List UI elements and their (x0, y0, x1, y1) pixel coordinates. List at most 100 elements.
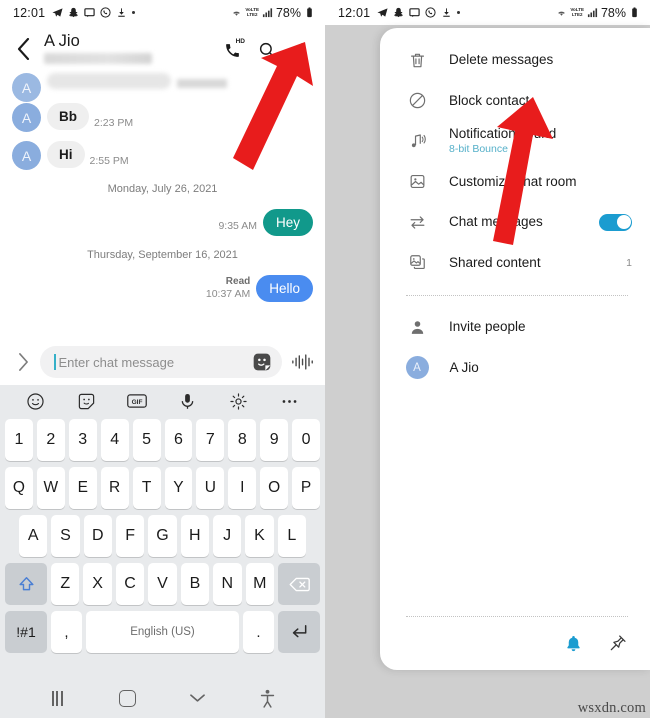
message-icon (409, 7, 420, 18)
chat-app-bar: A Jio HD (0, 25, 325, 73)
key-P[interactable]: P (292, 467, 321, 509)
keyboard-row-home: ASDFGHJKL (5, 515, 320, 557)
search-input-wrapper[interactable]: Enter chat message (40, 346, 282, 378)
keyboard-row-bottom: !#1 , English (US) . (5, 611, 320, 653)
list-item-invite-people[interactable]: Invite people (380, 307, 650, 348)
message-bubble[interactable]: Hey (262, 209, 313, 236)
key-8[interactable]: 8 (228, 419, 257, 461)
search-icon[interactable] (254, 37, 280, 63)
menu-item-delete-messages[interactable]: Delete messages (380, 40, 650, 81)
key-L[interactable]: L (277, 515, 306, 557)
menu-item-text: Notification sound 8-bit Bounce (449, 126, 632, 156)
key-B[interactable]: B (180, 563, 210, 605)
menu-item-shared-content[interactable]: Shared content 1 (380, 243, 650, 284)
menu-item-customize-chat-room[interactable]: Customize chat room (380, 162, 650, 203)
key-G[interactable]: G (148, 515, 177, 557)
chat-message-input[interactable]: Enter chat message (59, 355, 253, 370)
shift-arrow-icon[interactable] (5, 563, 47, 605)
kebab-menu-icon[interactable] (289, 37, 315, 63)
wifi-icon (556, 7, 567, 18)
trash-icon (406, 49, 428, 71)
key-O[interactable]: O (260, 467, 289, 509)
sticker-icon[interactable] (74, 389, 98, 413)
key-2[interactable]: 2 (36, 419, 65, 461)
key-F[interactable]: F (116, 515, 145, 557)
enter-return-icon[interactable] (278, 611, 320, 653)
volte-icon: VoLTE LTE2 (245, 6, 259, 17)
settings-gear-icon[interactable] (227, 389, 251, 413)
key-A[interactable]: A (19, 515, 48, 557)
key-D[interactable]: D (83, 515, 112, 557)
message-time: 9:35 AM (218, 220, 257, 232)
key-6[interactable]: 6 (164, 419, 193, 461)
chevron-down-icon[interactable] (185, 685, 211, 711)
menu-item-label: Chat messages (449, 214, 543, 230)
space-key[interactable]: English (US) (86, 611, 239, 653)
comma-key[interactable]: , (51, 611, 82, 653)
key-W[interactable]: W (36, 467, 65, 509)
more-dots-icon[interactable] (278, 389, 302, 413)
key-4[interactable]: 4 (100, 419, 129, 461)
list-item-a-jio[interactable]: A A Jio (380, 348, 650, 389)
key-Z[interactable]: Z (51, 563, 80, 605)
menu-item-block-contact[interactable]: Block contact (380, 81, 650, 122)
menu-item-notification-sound[interactable]: Notification sound 8-bit Bounce (380, 121, 650, 162)
status-system-icons: VoLTE LTE2 78% (231, 6, 315, 20)
gif-icon[interactable]: GIF (125, 389, 149, 413)
key-N[interactable]: N (213, 563, 242, 605)
back-chevron-icon[interactable] (6, 29, 40, 69)
key-S[interactable]: S (51, 515, 80, 557)
notification-bell-icon[interactable] (562, 632, 584, 654)
message-bubble[interactable]: Hello (256, 275, 313, 302)
key-X[interactable]: X (83, 563, 112, 605)
key-V[interactable]: V (148, 563, 177, 605)
date-separator: Thursday, September 16, 2021 (87, 249, 238, 261)
key-U[interactable]: U (196, 467, 225, 509)
status-time: 12:01 (338, 5, 371, 20)
key-E[interactable]: E (68, 467, 97, 509)
key-1[interactable]: 1 (4, 419, 33, 461)
signal-icon (262, 7, 273, 18)
telegram-icon (377, 7, 388, 18)
symbols-key[interactable]: !#1 (5, 611, 47, 653)
key-C[interactable]: C (115, 563, 145, 605)
message-bubble[interactable]: Bb (47, 103, 89, 130)
pin-icon[interactable] (606, 632, 628, 654)
recents-icon[interactable] (44, 685, 70, 711)
home-icon[interactable] (114, 685, 140, 711)
emoji-icon[interactable] (23, 389, 47, 413)
key-Y[interactable]: Y (164, 467, 193, 509)
chat-messages-toggle[interactable] (599, 213, 632, 231)
key-J[interactable]: J (212, 515, 242, 557)
key-5[interactable]: 5 (132, 419, 161, 461)
key-I[interactable]: I (228, 467, 257, 509)
backspace-icon[interactable] (278, 563, 320, 605)
key-3[interactable]: 3 (68, 419, 97, 461)
list-item-label: A Jio (449, 359, 479, 375)
hd-call-icon[interactable]: HD (219, 37, 245, 63)
key-0[interactable]: 0 (292, 419, 321, 461)
key-T[interactable]: T (132, 467, 161, 509)
period-key[interactable]: . (243, 611, 274, 653)
menu-item-chat-messages[interactable]: Chat messages (380, 202, 650, 243)
key-K[interactable]: K (245, 515, 274, 557)
key-R[interactable]: R (100, 467, 129, 509)
message-bubble[interactable]: Hi (47, 141, 85, 168)
accessibility-icon[interactable] (255, 685, 281, 711)
blurred-bubble (47, 73, 171, 89)
microphone-icon[interactable] (176, 389, 200, 413)
virtual-keyboard: GIF 1234567890 QWERTYUIOP ASDFGHJKL ZXCV… (0, 385, 325, 678)
key-M[interactable]: M (245, 563, 274, 605)
key-Q[interactable]: Q (4, 467, 33, 509)
key-9[interactable]: 9 (260, 419, 289, 461)
list-item-text: Invite people (449, 319, 632, 335)
sticker-icon[interactable] (252, 352, 272, 372)
voice-waveform-icon[interactable] (291, 351, 315, 373)
people-list: Invite people A A Jio (380, 307, 650, 388)
key-H[interactable]: H (180, 515, 209, 557)
screenshot-pair: 12:01 VoLTE LTE2 78% A Jio HD A A Bb 2:2… (0, 0, 650, 718)
key-7[interactable]: 7 (196, 419, 225, 461)
chevron-right-icon[interactable] (10, 349, 36, 375)
keyboard-row-zxcv: ZXCVBNM (5, 563, 320, 605)
chat-settings-sheet: Delete messages Block contact Notification… (380, 28, 650, 670)
